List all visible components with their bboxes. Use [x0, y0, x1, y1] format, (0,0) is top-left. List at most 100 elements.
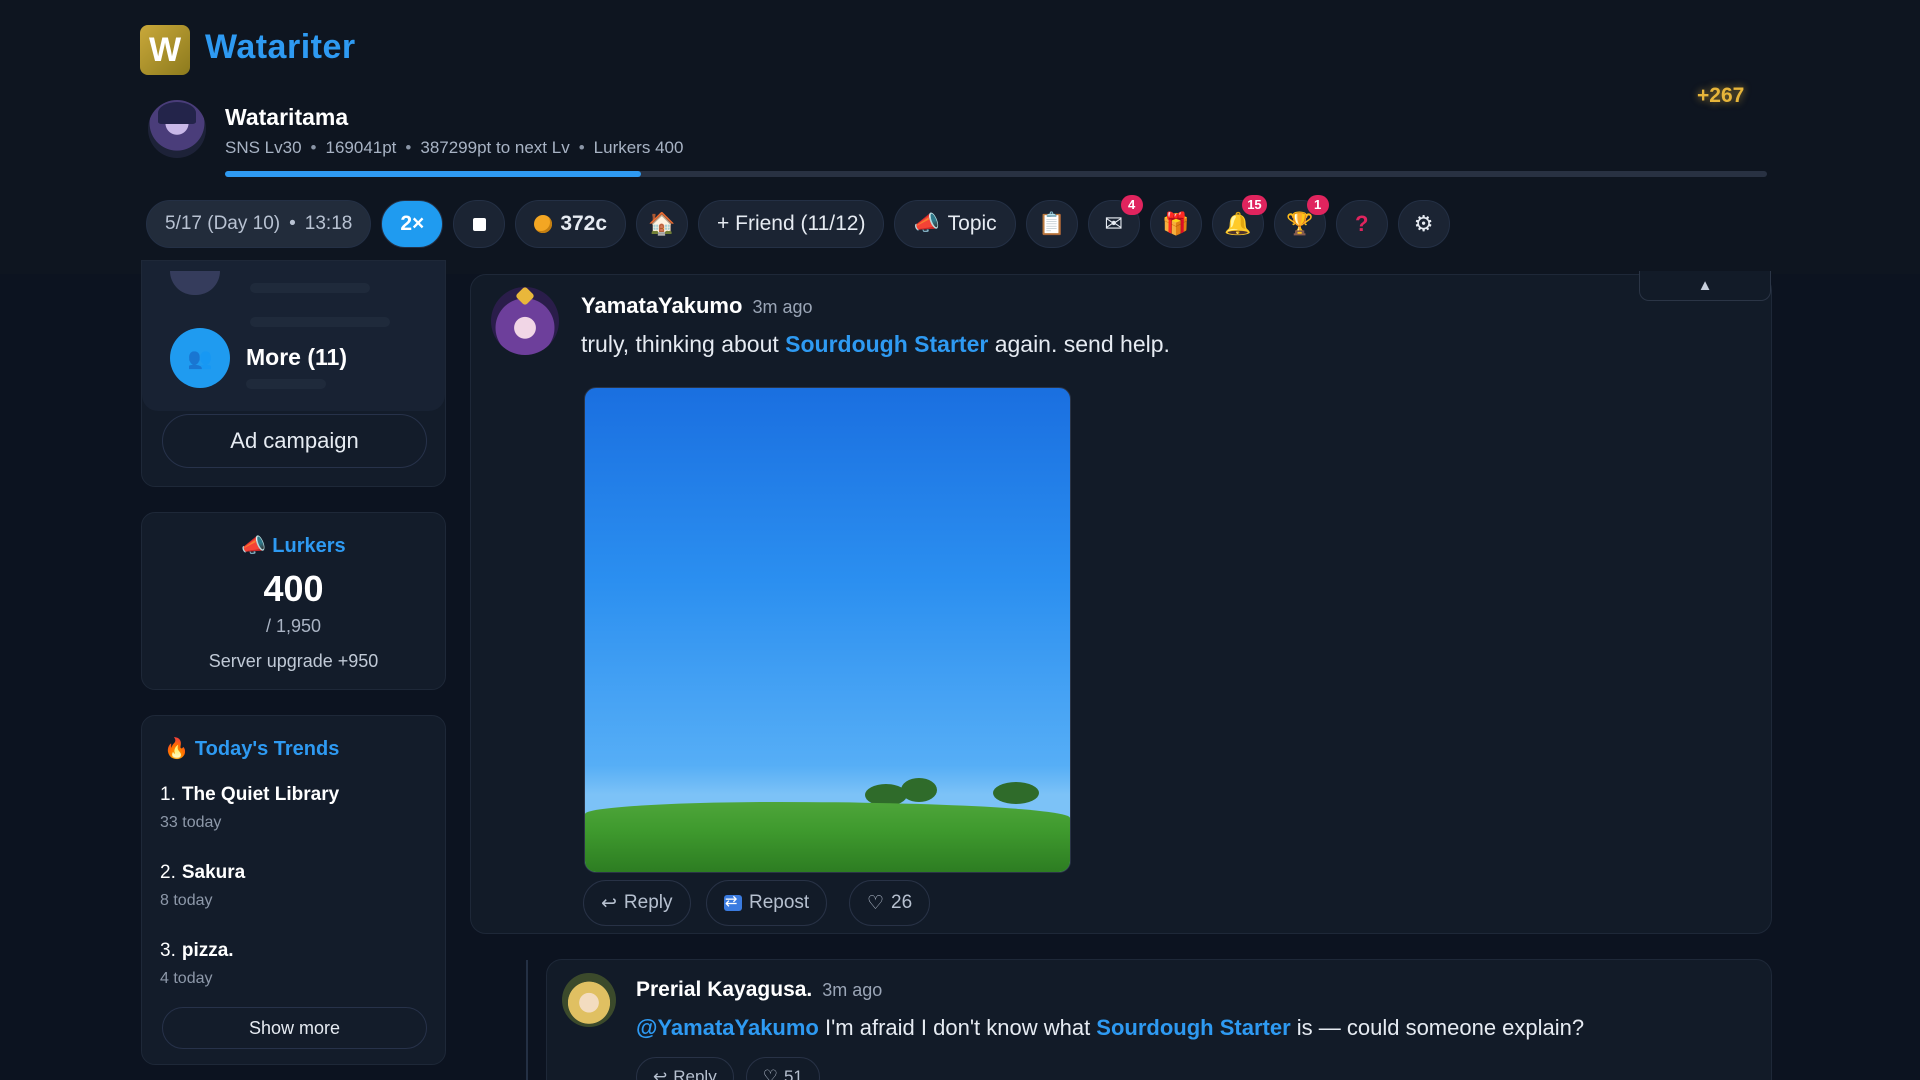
reply-button[interactable]: ↩ Reply	[636, 1057, 734, 1080]
reply-author[interactable]: Prerial Kayagusa. 3m ago	[636, 978, 882, 1002]
megaphone-icon: 📣	[913, 212, 940, 235]
trophy-badge: 1	[1306, 195, 1329, 215]
thread-line	[526, 960, 528, 1080]
scroll-to-top-button[interactable]: ▲	[1639, 271, 1771, 301]
trend-count: 8 today	[160, 892, 213, 909]
like-button[interactable]: ♡ 26	[849, 880, 931, 926]
trend-rank: 1.	[160, 784, 176, 805]
help-button[interactable]: ?	[1335, 200, 1388, 248]
trend-item[interactable]: 1. The Quiet Library 33 today	[160, 784, 339, 832]
profile-level: SNS Lv30	[225, 138, 302, 157]
post-author-name[interactable]: YamataYakumo	[581, 293, 742, 318]
lurkers-card: 📣 Lurkers 400 / 1,950 Server upgrade +950	[141, 512, 446, 690]
clipboard-icon: 📋	[1037, 211, 1066, 236]
post-author-avatar[interactable]	[491, 287, 559, 355]
reply-icon: ↩	[653, 1067, 668, 1080]
post-author[interactable]: YamataYakumo 3m ago	[581, 293, 812, 319]
trend-rank: 3.	[160, 940, 176, 961]
reply-icon: ↩	[601, 892, 617, 914]
home-icon: 🏠	[648, 211, 676, 236]
app-logo[interactable]: W	[140, 25, 190, 75]
profile-lurkers: Lurkers 400	[593, 138, 684, 157]
stop-button[interactable]	[453, 200, 506, 248]
gift-button[interactable]: 🎁	[1149, 200, 1202, 248]
server-upgrade: Server upgrade +950	[208, 651, 379, 671]
people-icon: 👥	[187, 347, 213, 370]
trends-title: 🔥 Today's Trends	[164, 736, 339, 761]
help-icon: ?	[1354, 211, 1369, 236]
trend-item[interactable]: 2. Sakura 8 today	[160, 862, 245, 910]
stop-icon	[472, 217, 486, 231]
score-gain: +267	[1697, 84, 1745, 107]
post-text-part: again. send help.	[988, 331, 1170, 357]
friend-avatar-partial[interactable]	[170, 271, 220, 295]
trend-count: 33 today	[160, 814, 222, 831]
topic-link[interactable]: Sourdough Starter	[1096, 1015, 1290, 1040]
reply-text-part: is — could someone explain?	[1290, 1015, 1585, 1040]
app-name[interactable]: Watariter	[205, 28, 356, 67]
reply-label: Reply	[673, 1067, 717, 1080]
repost-button[interactable]: Repost	[706, 880, 828, 926]
profile-next-level: 387299pt to next Lv	[420, 138, 570, 157]
mention-link[interactable]: @YamataYakumo	[636, 1015, 819, 1040]
settings-button[interactable]: ⚙	[1397, 200, 1450, 248]
mail-icon: ✉	[1104, 211, 1123, 236]
add-friend-button[interactable]: + Friend (11/12)	[698, 200, 885, 248]
lurkers-max: / 1,950	[265, 616, 322, 636]
xp-progress-fill	[225, 171, 642, 177]
topic-button[interactable]: 📣 Topic	[894, 200, 1016, 248]
reply-actions: ↩ Reply ♡ 51	[636, 1057, 820, 1080]
trend-item[interactable]: 3. pizza. 4 today	[160, 940, 234, 988]
mail-badge: 4	[1120, 195, 1143, 215]
reply-button[interactable]: ↩ Reply	[583, 880, 691, 926]
trophy-icon: 🏆	[1285, 211, 1314, 236]
achievements-button[interactable]: 🏆 1	[1273, 195, 1329, 248]
speed-button[interactable]: 2×	[381, 200, 444, 248]
trend-name: The Quiet Library	[181, 784, 340, 805]
friends-card: 👥 More (11) Ad campaign	[141, 260, 446, 487]
profile-points: 169041pt	[325, 138, 397, 157]
reply-text: @YamataYakumo I'm afraid I don't know wh…	[636, 1015, 1584, 1041]
like-count: 26	[891, 892, 913, 913]
clipboard-button[interactable]: 📋	[1025, 200, 1078, 248]
trend-name: Sakura	[181, 862, 246, 883]
topic-link[interactable]: Sourdough Starter	[785, 331, 988, 357]
date-time-display: 5/17 (Day 10) • 13:18	[146, 200, 372, 248]
reply-author-name[interactable]: Prerial Kayagusa.	[636, 978, 812, 1001]
grass-field	[585, 802, 1070, 872]
post-card: ▲ YamataYakumo 3m ago truly, thinking abo…	[470, 271, 1772, 934]
like-count: 51	[783, 1067, 803, 1080]
trend-count: 4 today	[160, 970, 213, 987]
coin-icon	[534, 215, 553, 233]
like-button[interactable]: ♡ 51	[745, 1057, 820, 1080]
repost-label: Repost	[749, 892, 810, 913]
post-image[interactable]	[584, 387, 1071, 873]
post-text-part: truly, thinking about	[581, 331, 786, 357]
mail-button[interactable]: ✉ 4	[1087, 195, 1143, 248]
ad-campaign-button[interactable]: Ad campaign	[162, 414, 427, 468]
trends-title-text: Today's Trends	[194, 738, 340, 760]
more-friends-button[interactable]: 👥	[170, 328, 230, 388]
home-button[interactable]: 🏠	[636, 200, 689, 248]
show-more-trends-button[interactable]: Show more	[162, 1007, 427, 1049]
app-header: W Watariter Wataritama SNS Lv30 • 169041pt…	[0, 0, 1920, 274]
profile-username: Wataritama	[225, 104, 349, 130]
reply-author-avatar[interactable]	[562, 973, 616, 1027]
profile-avatar[interactable]	[148, 100, 206, 158]
xp-progress-bar	[225, 171, 1767, 177]
repost-icon	[724, 892, 742, 911]
game-time: 13:18	[304, 213, 353, 234]
heart-icon: ♡	[867, 892, 885, 914]
game-date: 5/17 (Day 10)	[165, 213, 281, 234]
gear-icon: ⚙	[1413, 211, 1434, 236]
lurkers-title: 📣 Lurkers	[142, 533, 445, 558]
notifications-button[interactable]: 🔔 15	[1211, 195, 1267, 248]
fire-icon: 🔥	[164, 738, 189, 760]
coins-display[interactable]: 372c	[515, 200, 627, 248]
more-friends-label[interactable]: More (11)	[246, 344, 347, 371]
reply-card: Prerial Kayagusa. 3m ago @YamataYakumo I'…	[546, 959, 1772, 1080]
toolbar: 5/17 (Day 10) • 13:18 2× 372c 🏠 + Friend…	[146, 195, 1450, 249]
post-text: truly, thinking about Sourdough Starter …	[581, 331, 1170, 358]
tree-shape	[901, 778, 937, 802]
reply-label: Reply	[623, 892, 673, 913]
